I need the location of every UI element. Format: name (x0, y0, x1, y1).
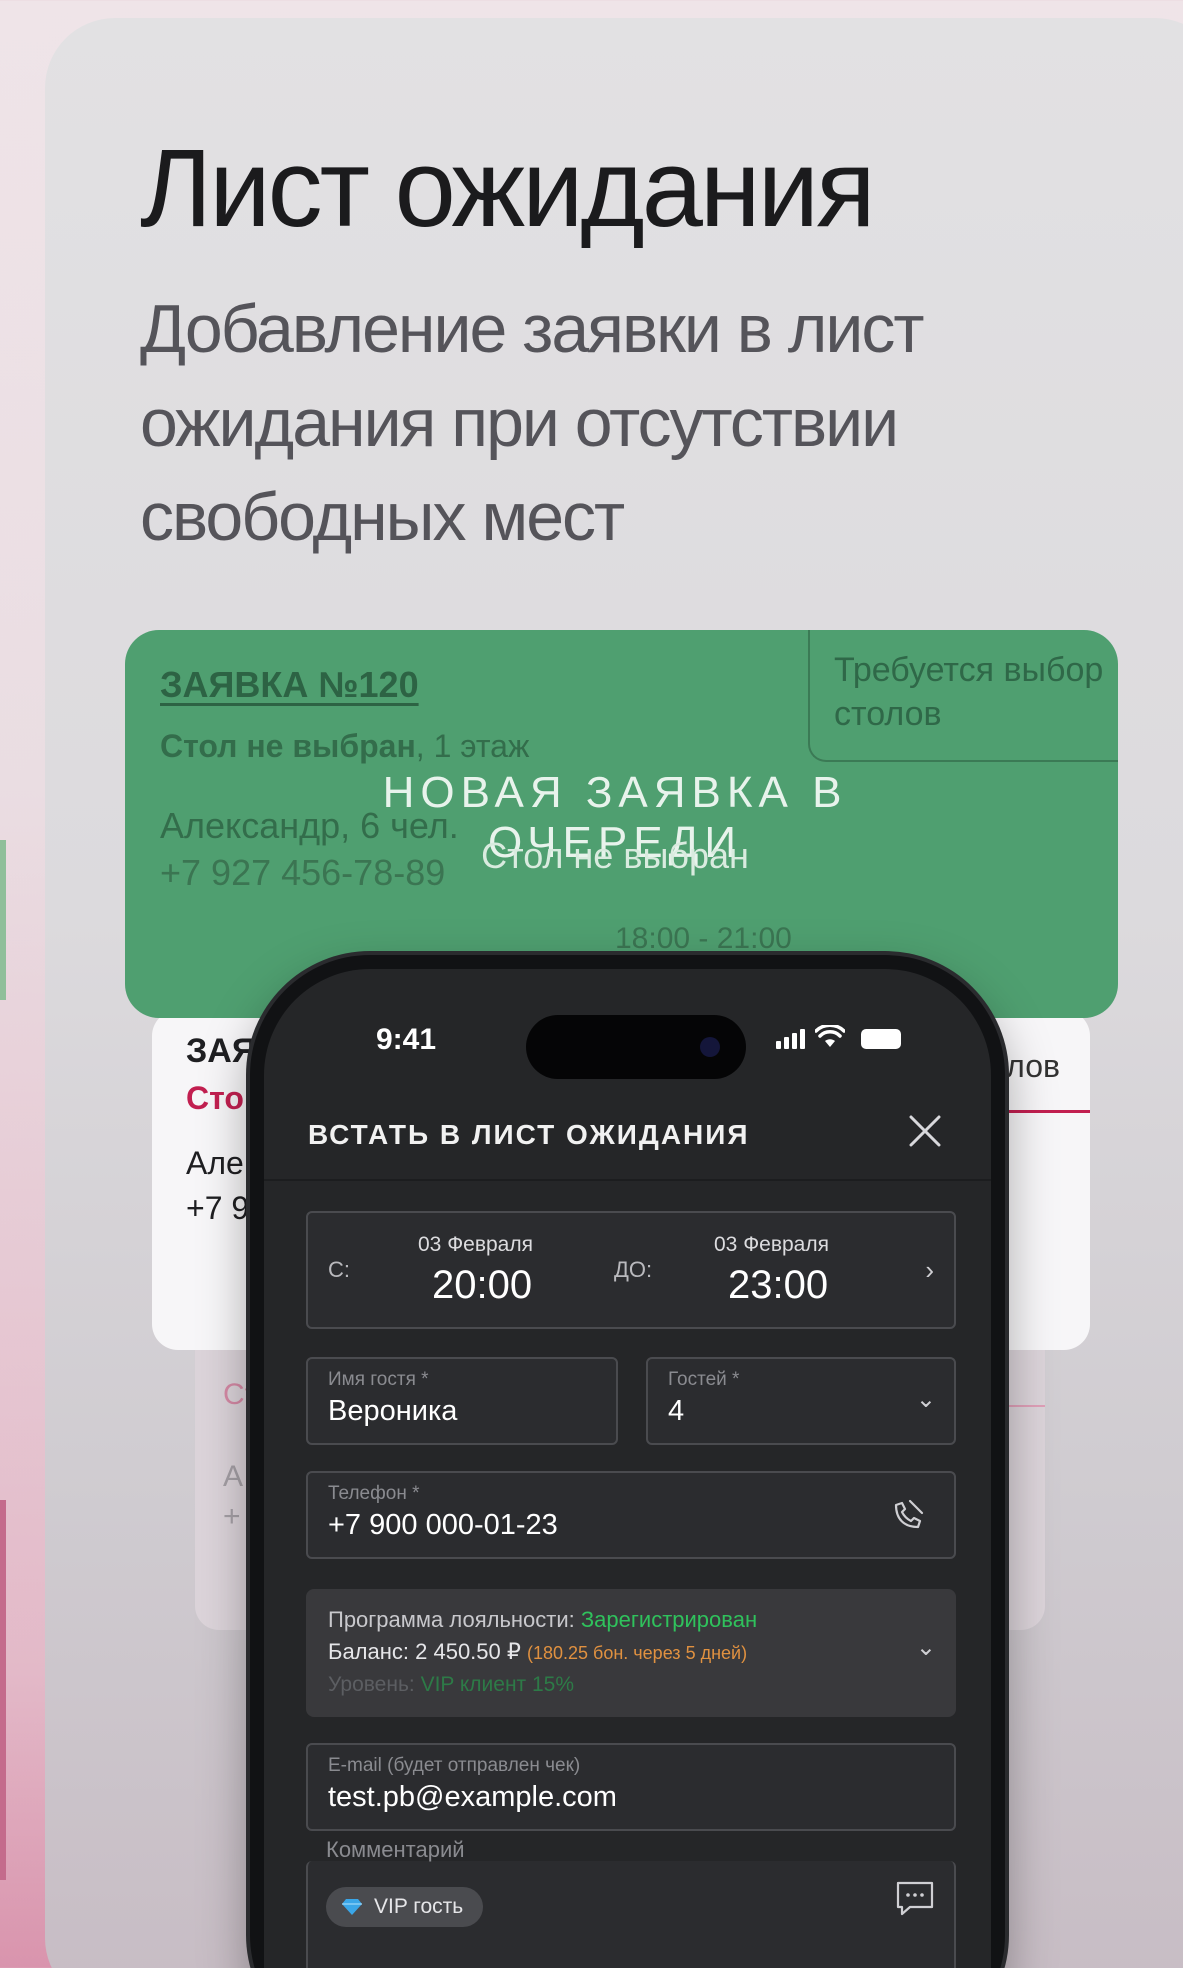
message-icon[interactable] (894, 1879, 936, 1917)
loyalty-level-value: VIP клиент 15% (420, 1673, 575, 1696)
loyalty-balance: Баланс: 2 450.50 ₽ (180.25 бон. через 5 … (328, 1639, 747, 1665)
phone-screen: 9:41 ВСТАТЬ В ЛИСТ ОЖИДАНИЯ С: 03 Феврал… (264, 969, 991, 1968)
white-card-name: Але (186, 1145, 244, 1181)
guests-count-label: Гостей * (668, 1369, 740, 1390)
edge-strip-pink (0, 1500, 6, 1880)
vip-guest-chip[interactable]: VIP гость (326, 1887, 484, 1927)
ticket-table-status: Стол не выбран (160, 728, 416, 764)
loyalty-bonus: (180.25 бон. через 5 дней) (526, 1643, 748, 1663)
ticket-time: 18:00 - 21:00 (615, 922, 792, 955)
date-to-label: ДО: (614, 1257, 653, 1282)
ticket-requirement-badge: Требуется выбор столов (808, 630, 1118, 762)
dynamic-island (526, 1015, 746, 1079)
email-field[interactable]: E-mail (будет отправлен чек) test.pb@exa… (306, 1743, 956, 1831)
white-card-requirement: лов (1006, 1048, 1060, 1084)
guest-name-label: Имя гостя * (328, 1369, 429, 1390)
sheet-header: ВСТАТЬ В ЛИСТ ОЖИДАНИЯ (264, 1089, 991, 1181)
loyalty-program-label: Программа лояльности: (328, 1607, 581, 1632)
phone-value: +7 900 000-01-23 (328, 1509, 558, 1541)
loyalty-level-label: Уровень: (328, 1673, 421, 1696)
signal-icon (776, 1029, 805, 1049)
lower-card-phone: + (223, 1500, 241, 1533)
phone-off-icon[interactable] (888, 1495, 928, 1535)
status-icons (776, 1025, 901, 1049)
email-label: E-mail (будет отправлен чек) (328, 1755, 581, 1776)
page-title: Лист ожидания (140, 127, 876, 250)
loyalty-level: Уровень: VIP клиент 15% (328, 1673, 574, 1697)
phone-field[interactable]: Телефон * +7 900 000-01-23 (306, 1471, 956, 1559)
close-icon[interactable] (905, 1111, 945, 1151)
white-card-status: Сто (186, 1080, 244, 1116)
vip-guest-chip-label: VIP гость (374, 1895, 464, 1918)
date-to-month: 03 Февраля (714, 1233, 829, 1256)
phone-label: Телефон * (328, 1483, 420, 1504)
diamond-icon (342, 1899, 362, 1915)
guests-count-select[interactable]: Гостей * 4 ⌄ (646, 1357, 956, 1445)
ticket-table-floor: , 1 этаж (415, 728, 530, 764)
new-request-notice-sub: Стол не выбран (481, 835, 749, 876)
wifi-icon (815, 1025, 845, 1047)
guest-name-field[interactable]: Имя гостя * Вероника (306, 1357, 618, 1445)
loyalty-program: Программа лояльности: Зарегистрирован (328, 1607, 757, 1633)
ticket-table: Стол не выбран, 1 этаж (160, 728, 529, 765)
chevron-down-icon: ⌄ (915, 1634, 936, 1661)
edge-strip-green (0, 840, 6, 1000)
status-clock: 9:41 (376, 1023, 437, 1056)
lower-card-name: А (223, 1460, 244, 1493)
sheet-title: ВСТАТЬ В ЛИСТ ОЖИДАНИЯ (308, 1119, 750, 1150)
date-from-time: 20:00 (432, 1263, 533, 1307)
battery-icon (861, 1029, 901, 1049)
date-range-picker[interactable]: С: 03 Февраля 20:00 ДО: 03 Февраля 23:00… (306, 1211, 956, 1329)
loyalty-program-status: Зарегистрирован (580, 1607, 758, 1632)
chevron-right-icon: › (925, 1255, 934, 1285)
camera-dot (700, 1037, 720, 1057)
page-subtitle: Добавление заявки в лист ожидания при от… (140, 291, 925, 555)
date-to-time: 23:00 (728, 1263, 829, 1307)
chevron-down-icon: ⌄ (915, 1386, 936, 1413)
white-card-phone: +7 9 (186, 1190, 250, 1226)
comment-field[interactable]: VIP гость (306, 1861, 956, 1968)
comment-label: Комментарий (326, 1837, 465, 1862)
guest-name-value: Вероника (328, 1395, 458, 1427)
loyalty-panel[interactable]: Программа лояльности: Зарегистрирован Ба… (306, 1589, 956, 1717)
loyalty-balance-label: Баланс: 2 450.50 ₽ (328, 1639, 527, 1664)
date-from-label: С: (328, 1257, 350, 1282)
guests-count-value: 4 (668, 1395, 685, 1427)
ticket-number: ЗАЯВКА №120 (160, 664, 419, 705)
phone-mockup: 9:41 ВСТАТЬ В ЛИСТ ОЖИДАНИЯ С: 03 Феврал… (250, 955, 1005, 1968)
date-from-month: 03 Февраля (418, 1233, 533, 1256)
email-value: test.pb@example.com (328, 1781, 617, 1813)
